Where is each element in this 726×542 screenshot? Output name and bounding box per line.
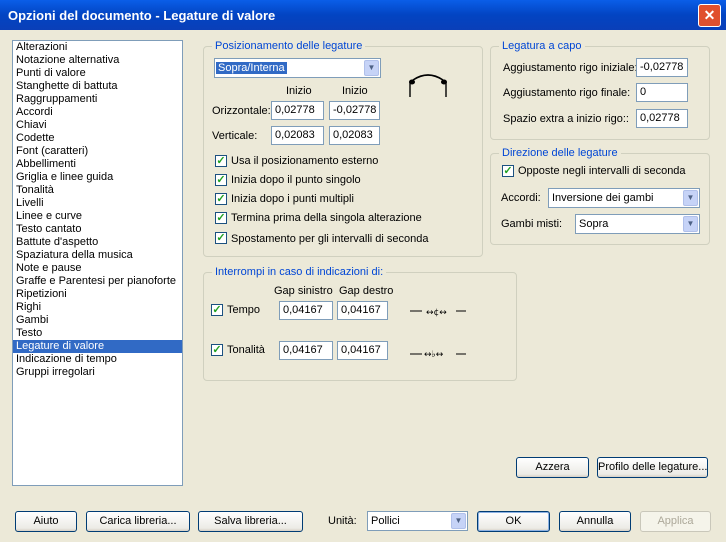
units-dropdown-value: Pollici (371, 515, 400, 527)
opposite-seconds-checkbox[interactable]: ✓ (502, 165, 514, 177)
reset-button[interactable]: Azzera (516, 457, 589, 478)
opposite-seconds-label: Opposte negli intervalli di seconda (518, 165, 686, 177)
use-external-position-checkbox[interactable]: ✓ (215, 155, 227, 167)
units-label: Unità: (328, 515, 357, 527)
list-item[interactable]: Graffe e Parentesi per pianoforte (13, 275, 182, 288)
after-multiple-dots-checkbox[interactable]: ✓ (215, 193, 227, 205)
tie-preview-icon (409, 74, 447, 97)
help-button[interactable]: Aiuto (15, 511, 77, 532)
list-item[interactable]: Punti di valore (13, 67, 182, 80)
list-item[interactable]: Accordi (13, 106, 182, 119)
horizontal-label: Orizzontale: (212, 105, 271, 117)
apply-button[interactable]: Applica (640, 511, 711, 532)
initial-staff-label: Aggiustamento rigo iniziale: (503, 62, 638, 74)
extra-space-label: Spazio extra a inizio rigo:: (503, 113, 629, 125)
tempo-checkbox[interactable]: ✓ (211, 304, 223, 316)
vertical-end-input[interactable]: 0,02083 (329, 126, 380, 145)
ok-button[interactable]: OK (477, 511, 550, 532)
key-gap-left-input[interactable]: 0,04167 (279, 341, 333, 360)
save-library-button[interactable]: Salva libreria... (198, 511, 303, 532)
list-item[interactable]: Indicazione di tempo (13, 353, 182, 366)
tie-profile-button[interactable]: Profilo delle legature... (597, 457, 708, 478)
svg-text:↔♭↔: ↔♭↔ (424, 350, 444, 360)
list-item[interactable]: Chiavi (13, 119, 182, 132)
gap-left-header: Gap sinistro (274, 285, 333, 297)
placement-dropdown-value: Sopra/Interna (216, 62, 287, 74)
before-single-accidental-label: Termina prima della singola alterazione (231, 212, 422, 224)
mixed-stems-dropdown[interactable]: Sopra ▼ (575, 214, 700, 234)
category-list[interactable]: Alterazioni Notazione alternativa Punti di… (12, 40, 183, 486)
list-item[interactable]: Livelli (13, 197, 182, 210)
list-item[interactable]: Font (caratteri) (13, 145, 182, 158)
interrupt-legend: Interrompi in caso di indicazioni di: (212, 266, 387, 278)
mixed-stems-label: Gambi misti: (501, 218, 563, 230)
window-title: Opzioni del documento - Legature di valo… (8, 8, 276, 23)
second-interval-shift-checkbox[interactable]: ✓ (215, 232, 227, 244)
final-staff-label: Aggiustamento rigo finale: (503, 87, 631, 99)
chevron-down-icon[interactable]: ▼ (683, 190, 698, 206)
list-item[interactable]: Gruppi irregolari (13, 366, 182, 379)
cancel-button[interactable]: Annulla (559, 511, 631, 532)
gap-right-header: Gap destro (339, 285, 394, 297)
final-staff-input[interactable]: 0 (636, 83, 688, 102)
list-item[interactable]: Stanghette di battuta (13, 80, 182, 93)
after-single-dot-checkbox[interactable]: ✓ (215, 174, 227, 186)
chords-dropdown[interactable]: Inversione dei gambi ▼ (548, 188, 700, 208)
placement-dropdown[interactable]: Sopra/Interna ▼ (214, 58, 381, 78)
chords-label: Accordi: (501, 192, 541, 204)
key-signature-preview-icon: ↔♭↔ (410, 350, 466, 360)
second-interval-shift-label: Spostamento per gli intervalli di second… (231, 233, 429, 245)
list-item[interactable]: Legature di valore (13, 340, 182, 353)
after-multiple-dots-label: Inizia dopo i punti multipli (231, 193, 354, 205)
tempo-gap-left-input[interactable]: 0,04167 (279, 301, 333, 320)
use-external-position-label: Usa il posizionamento esterno (231, 155, 379, 167)
units-dropdown[interactable]: Pollici ▼ (367, 511, 468, 531)
chevron-down-icon[interactable]: ▼ (451, 513, 466, 529)
list-item[interactable]: Raggruppamenti (13, 93, 182, 106)
title-bar[interactable]: Opzioni del documento - Legature di valo… (0, 0, 726, 30)
horizontal-start-input[interactable]: 0,02778 (271, 101, 324, 120)
list-item[interactable]: Abbellimenti (13, 158, 182, 171)
tempo-gap-right-input[interactable]: 0,04167 (337, 301, 388, 320)
after-single-dot-label: Inizia dopo il punto singolo (231, 174, 361, 186)
load-library-button[interactable]: Carica libreria... (86, 511, 190, 532)
list-item[interactable]: Linee e curve (13, 210, 182, 223)
list-item[interactable]: Gambi (13, 314, 182, 327)
list-item[interactable]: Spaziatura della musica (13, 249, 182, 262)
vertical-label: Verticale: (212, 130, 258, 142)
key-signature-label: Tonalità (227, 344, 265, 356)
line-break-legend: Legatura a capo (499, 40, 585, 52)
key-gap-right-input[interactable]: 0,04167 (337, 341, 388, 360)
options-dialog: Opzioni del documento - Legature di valo… (0, 0, 726, 542)
list-item[interactable]: Note e pause (13, 262, 182, 275)
tempo-label: Tempo (227, 304, 261, 316)
chords-dropdown-value: Inversione dei gambi (552, 192, 654, 204)
list-item[interactable]: Griglia e linee guida (13, 171, 182, 184)
positioning-legend: Posizionamento delle legature (212, 40, 366, 52)
list-item[interactable]: Battute d'aspetto (13, 236, 182, 249)
direction-legend: Direzione delle legature (499, 147, 621, 159)
vertical-start-input[interactable]: 0,02083 (271, 126, 324, 145)
extra-space-input[interactable]: 0,02778 (636, 109, 688, 128)
chevron-down-icon[interactable]: ▼ (683, 216, 698, 232)
key-signature-checkbox[interactable]: ✓ (211, 344, 223, 356)
mixed-stems-dropdown-value: Sopra (579, 218, 609, 230)
start-column-header-2: Inizio (342, 85, 368, 97)
list-item[interactable]: Tonalità (13, 184, 182, 197)
list-item[interactable]: Testo (13, 327, 182, 340)
tempo-preview-icon: ↔¢↔ (410, 308, 466, 318)
initial-staff-input[interactable]: -0,02778 (636, 58, 688, 77)
close-icon[interactable]: ✕ (698, 4, 721, 27)
list-item[interactable]: Notazione alternativa (13, 54, 182, 67)
list-item[interactable]: Righi (13, 301, 182, 314)
list-item[interactable]: Ripetizioni (13, 288, 182, 301)
horizontal-end-input[interactable]: -0,02778 (329, 101, 380, 120)
list-item[interactable]: Testo cantato (13, 223, 182, 236)
before-single-accidental-checkbox[interactable]: ✓ (215, 212, 227, 224)
list-item[interactable]: Alterazioni (13, 41, 182, 54)
svg-text:↔¢↔: ↔¢↔ (426, 308, 447, 318)
start-column-header-1: Inizio (286, 85, 312, 97)
chevron-down-icon[interactable]: ▼ (364, 60, 379, 76)
list-item[interactable]: Codette (13, 132, 182, 145)
